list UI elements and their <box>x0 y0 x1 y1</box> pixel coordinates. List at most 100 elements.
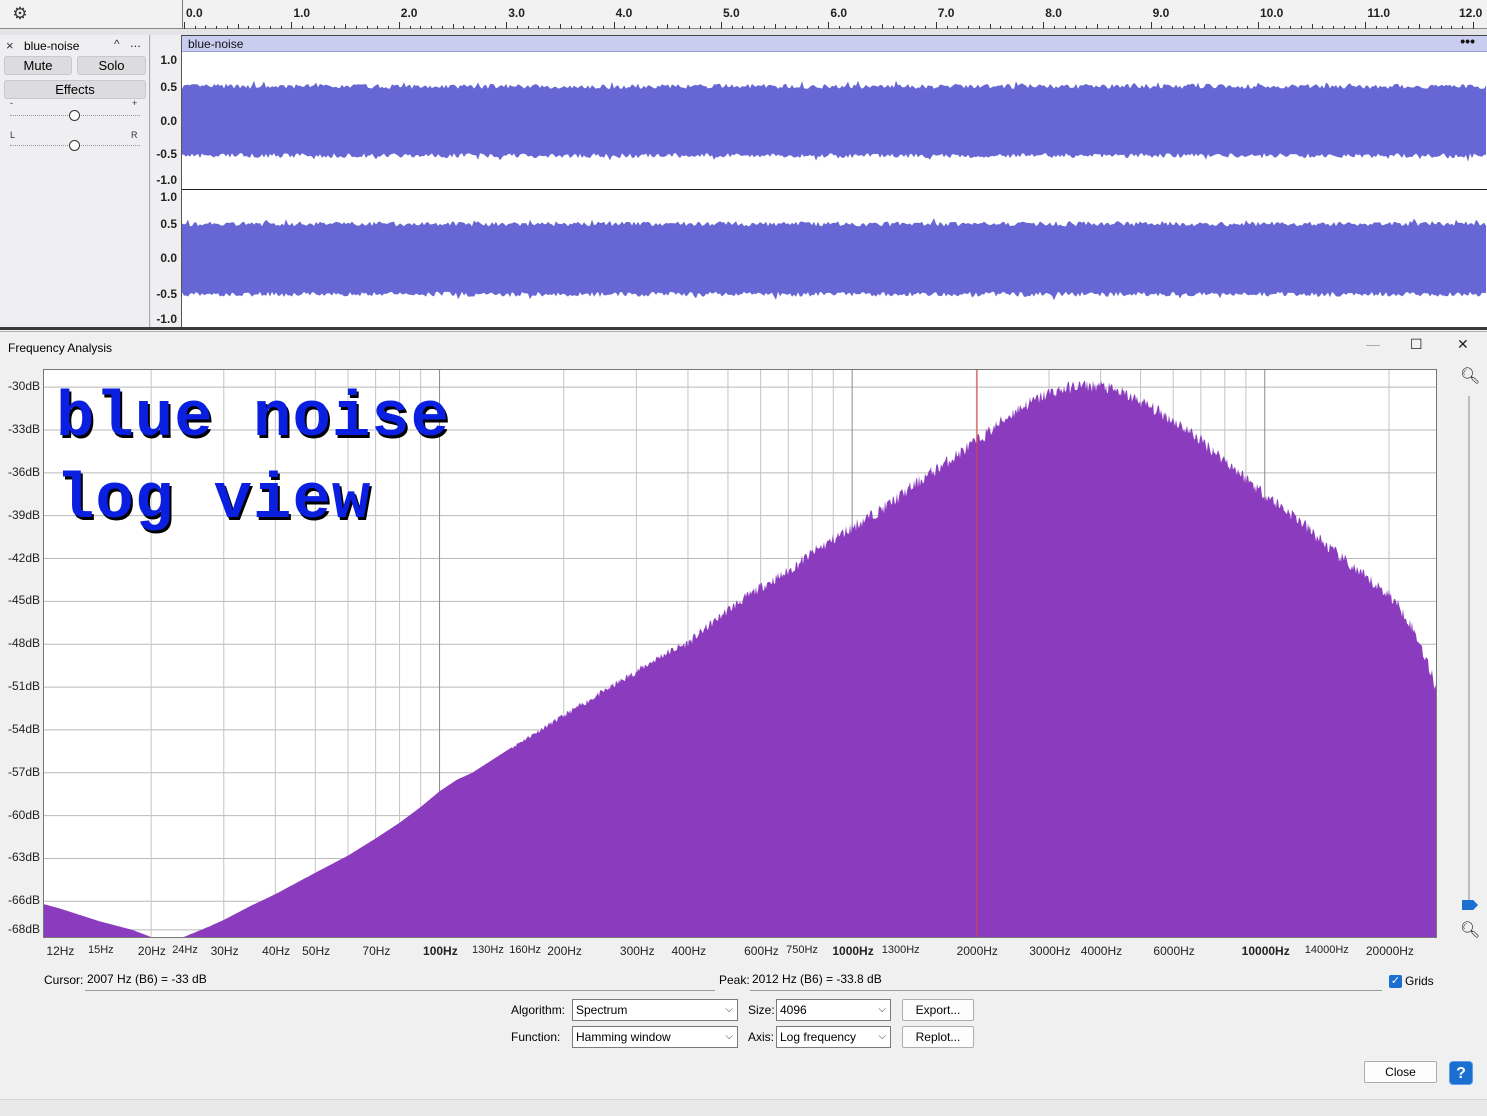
x-tick-label: 200Hz <box>547 944 582 958</box>
ruler-minor-tick <box>839 26 841 29</box>
ruler-minor-tick <box>678 26 680 29</box>
ruler-minor-tick <box>1182 26 1184 29</box>
ruler-minor-tick <box>527 26 529 29</box>
audio-clip[interactable]: blue-noise ••• <box>182 33 1487 328</box>
size-select[interactable]: 4096 ⌵ <box>776 999 891 1021</box>
y-tick-label: -48dB <box>7 636 40 651</box>
ruler-minor-tick <box>280 26 282 29</box>
timeline-settings-gear-icon[interactable]: ⚙ <box>5 2 35 26</box>
x-tick-label: 20Hz <box>137 944 166 958</box>
export-button[interactable]: Export... <box>902 999 974 1021</box>
ruler-minor-tick <box>1322 26 1324 29</box>
ruler-minor-tick <box>1247 26 1249 29</box>
x-tick-label: 600Hz <box>744 944 779 958</box>
ruler-minor-tick <box>785 26 787 29</box>
algorithm-select[interactable]: Spectrum ⌵ <box>572 999 738 1021</box>
overlay-line-2: log view <box>56 465 372 537</box>
x-tick-label: 15Hz <box>87 944 114 956</box>
amp-label-bottom-0.5: 0.5 <box>160 217 177 231</box>
zoom-out-icon[interactable]: 🔍︎ <box>1460 920 1480 940</box>
ruler-minor-tick <box>377 26 379 29</box>
ruler-minor-tick <box>194 26 196 29</box>
ruler-minor-tick <box>237 24 239 29</box>
ruler-minor-tick <box>1000 26 1002 29</box>
ruler-minor-tick <box>495 26 497 29</box>
mute-button[interactable]: Mute <box>4 56 72 75</box>
ruler-label: 4.0 <box>615 6 633 20</box>
x-tick-label: 14000Hz <box>1304 944 1349 956</box>
help-button[interactable]: ? <box>1449 1061 1473 1085</box>
waveform-display[interactable] <box>182 53 1487 328</box>
amplitude-scale[interactable]: 1.0 0.5 0.0 -0.5 -1.0 1.0 0.5 0.0 -0.5 -… <box>151 35 182 327</box>
gain-slider-knob[interactable] <box>69 110 80 121</box>
ruler-minor-tick <box>796 26 798 29</box>
ruler-minor-tick <box>645 26 647 29</box>
cursor-readout: 2007 Hz (B6) = -33 dB <box>85 969 715 991</box>
x-tick-label: 750Hz <box>786 944 818 956</box>
ruler-tick <box>1472 22 1474 29</box>
ruler-minor-tick <box>549 26 551 29</box>
y-tick-label: -33dB <box>7 421 40 436</box>
close-button[interactable]: Close <box>1364 1061 1437 1083</box>
overlay-line-1: blue noise <box>56 383 451 455</box>
collapse-track-icon[interactable]: ^ <box>114 37 120 51</box>
ruler-minor-tick <box>1408 26 1410 29</box>
ruler-minor-tick <box>925 26 927 29</box>
x-tick-label: 30Hz <box>210 944 239 958</box>
size-label: Size: <box>748 1003 775 1017</box>
ruler-minor-tick <box>1225 26 1227 29</box>
window-close-icon[interactable]: ✕ <box>1457 336 1469 353</box>
zoom-slider-thumb[interactable] <box>1462 900 1478 910</box>
ruler-minor-tick <box>441 26 443 29</box>
amp-label-top-0.0: 0.0 <box>160 114 177 128</box>
replot-button[interactable]: Replot... <box>902 1026 974 1048</box>
track-name[interactable]: blue-noise <box>24 39 79 53</box>
ruler-minor-tick <box>1300 26 1302 29</box>
axis-select[interactable]: Log frequency ⌵ <box>776 1026 891 1048</box>
ruler-label: 9.0 <box>1152 6 1170 20</box>
ruler-minor-tick <box>473 26 475 29</box>
ruler-minor-tick <box>463 26 465 29</box>
ruler-tick <box>935 22 937 29</box>
ruler-minor-tick <box>903 26 905 29</box>
grids-checkbox[interactable]: ✓ <box>1389 975 1402 988</box>
clip-header[interactable]: blue-noise ••• <box>182 33 1487 52</box>
ruler-minor-tick <box>699 26 701 29</box>
clip-name[interactable]: blue-noise <box>188 37 243 51</box>
ruler-minor-tick <box>1075 26 1077 29</box>
effects-button[interactable]: Effects <box>4 80 146 99</box>
vertical-zoom-slider[interactable] <box>1462 396 1478 910</box>
zoom-in-icon[interactable]: 🔍︎ <box>1460 366 1480 386</box>
ruler-minor-tick <box>688 26 690 29</box>
x-tick-label: 40Hz <box>262 944 291 958</box>
timeline-ruler[interactable]: ⚙ 0.0 1.0 2.0 3.0 4.0 5.0 6.0 7.0 8.0 9.0 10.0 11.0… <box>0 0 1487 29</box>
x-tick-label: 1000Hz <box>832 944 874 958</box>
minimize-icon[interactable]: — <box>1366 336 1380 352</box>
solo-button[interactable]: Solo <box>77 56 146 75</box>
ruler-minor-tick <box>1204 24 1206 29</box>
track-menu-icon[interactable]: ... <box>130 35 141 50</box>
peak-label: Peak: <box>719 973 750 987</box>
ruler-minor-tick <box>1386 26 1388 29</box>
spectrum-plot[interactable]: blue noise log view <box>43 369 1437 938</box>
ruler-label: 8.0 <box>1045 6 1062 20</box>
function-label: Function: <box>511 1030 561 1044</box>
ruler-minor-tick <box>892 26 894 29</box>
ruler-minor-tick <box>355 26 357 29</box>
ruler-label: 5.0 <box>723 6 740 20</box>
x-tick-label: 6000Hz <box>1153 944 1195 958</box>
gain-min-label: - <box>10 98 13 108</box>
pan-slider-knob[interactable] <box>69 140 80 151</box>
x-tick-label: 12Hz <box>46 944 75 958</box>
x-tick-label: 24Hz <box>172 944 198 956</box>
close-track-icon[interactable]: × <box>6 38 14 53</box>
clip-menu-icon[interactable]: ••• <box>1460 33 1475 49</box>
x-tick-label: 4000Hz <box>1080 944 1123 958</box>
track-control-panel: × blue-noise ^ ... Mute Solo Effects - +… <box>0 35 150 327</box>
maximize-icon[interactable]: ☐ <box>1410 336 1423 353</box>
ruler-tick <box>291 22 293 29</box>
function-select[interactable]: Hamming window ⌵ <box>572 1026 738 1048</box>
x-tick-label: 300Hz <box>619 944 655 958</box>
ruler-minor-tick <box>205 26 207 29</box>
ruler-label: 11.0 <box>1367 6 1391 20</box>
